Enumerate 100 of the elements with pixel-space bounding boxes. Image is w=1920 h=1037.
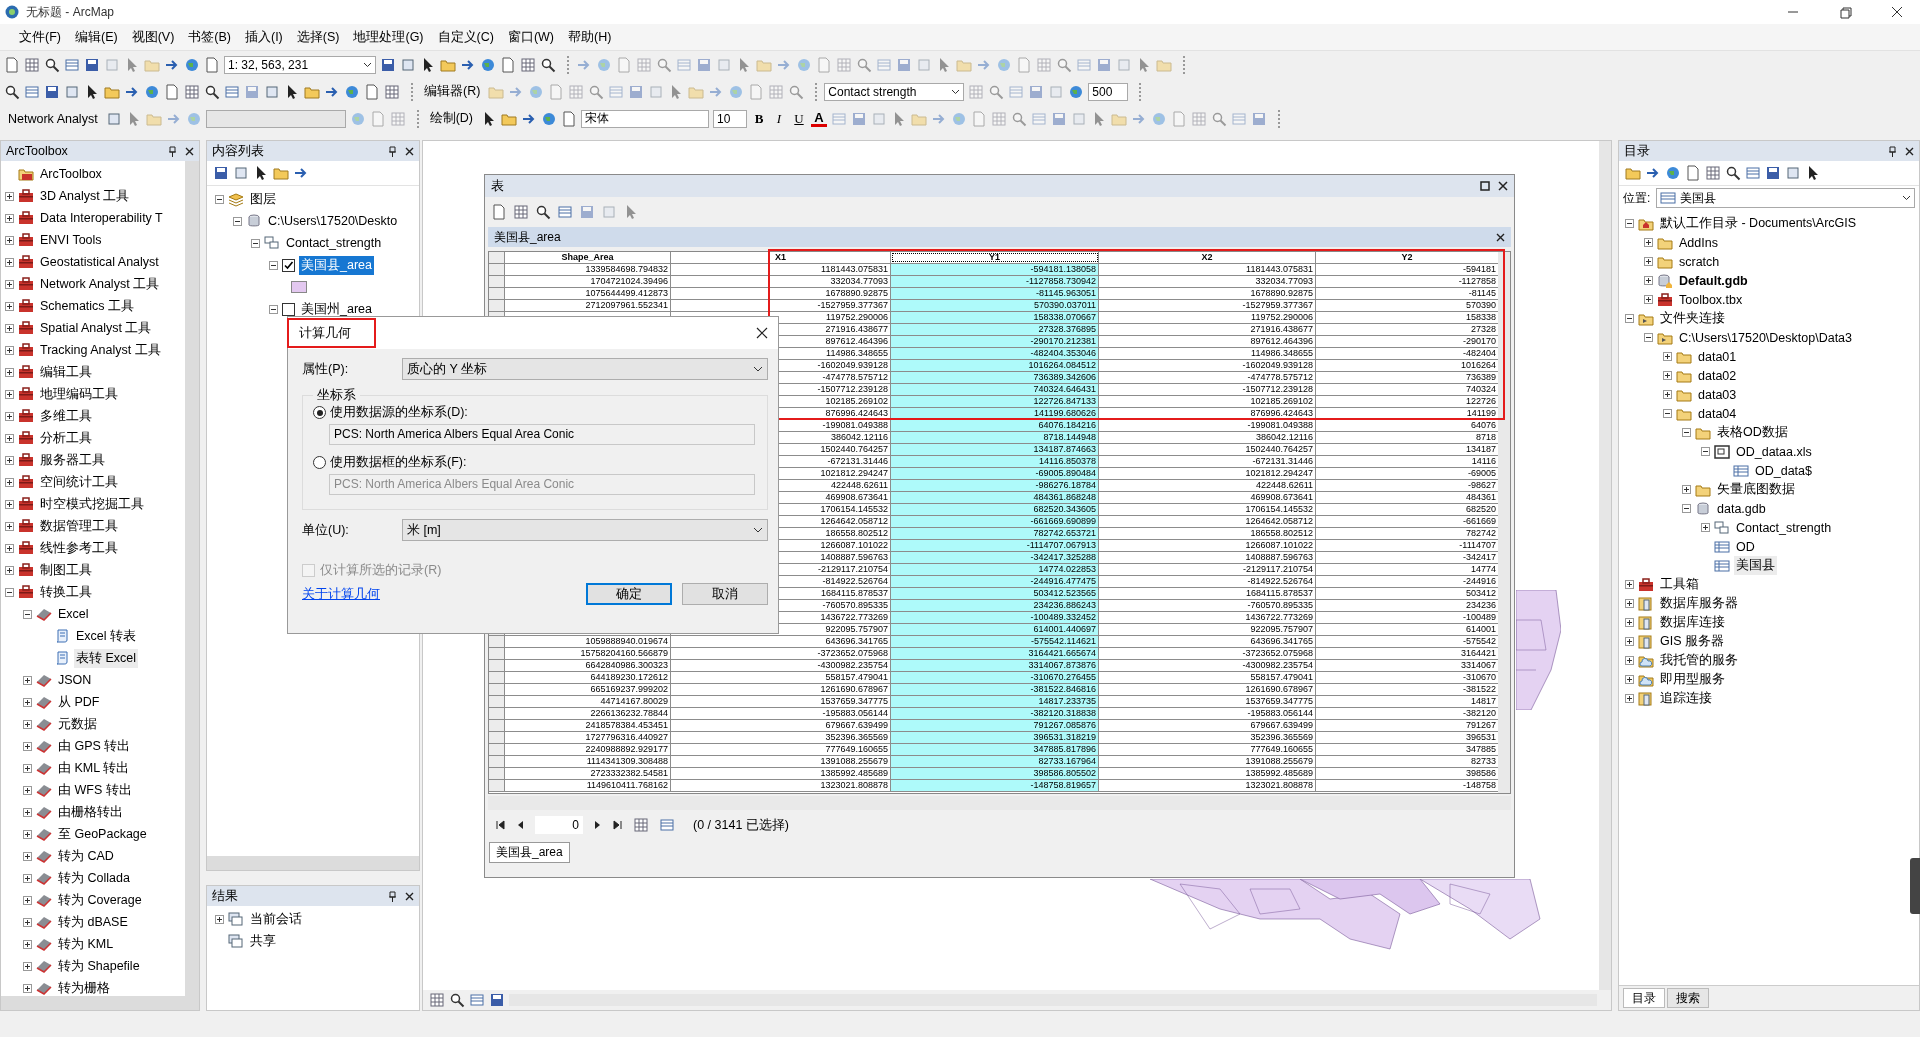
catalog-item[interactable]: 数据库连接 (1658, 613, 1727, 632)
panel-tab[interactable]: 目录 (1623, 988, 1665, 1008)
layer-name[interactable]: Contact_strength (284, 235, 384, 251)
tree-item[interactable]: 由栅格转出 (56, 802, 125, 822)
minus-box-icon[interactable] (269, 260, 278, 270)
plus-box-icon[interactable] (23, 983, 32, 993)
plus-box-icon[interactable] (5, 411, 14, 421)
tree-item[interactable]: Excel 转表 (74, 626, 139, 646)
page-icon[interactable] (204, 56, 220, 73)
scrollbar[interactable] (1498, 252, 1510, 793)
tree-item[interactable]: 3D Analyst 工具 (38, 186, 132, 206)
plus-box-icon[interactable] (1625, 580, 1634, 589)
tree-item[interactable]: 线性参考工具 (38, 538, 120, 558)
plus-box-icon[interactable] (1644, 257, 1653, 266)
globe-icon[interactable] (951, 110, 967, 127)
layer-combobox[interactable]: Contact strength (824, 82, 965, 101)
table-tab-title[interactable]: 美国县_area (494, 228, 561, 246)
scrollbar[interactable] (1, 996, 199, 1010)
tree-item[interactable]: Tracking Analyst 工具 (38, 340, 163, 360)
plus-box-icon[interactable] (23, 697, 32, 707)
minus-box-icon[interactable] (1644, 333, 1653, 342)
magnifier-icon[interactable] (1725, 165, 1741, 181)
catalog-item[interactable]: scratch (1677, 253, 1722, 270)
row-selector[interactable] (489, 756, 505, 767)
layer-checkbox[interactable] (282, 302, 295, 316)
side-handle[interactable] (1910, 858, 1920, 914)
magnifier-icon[interactable] (204, 83, 220, 100)
catalog-item[interactable]: 美国县 (1734, 556, 1777, 575)
page-icon[interactable] (1016, 56, 1032, 73)
column-header[interactable]: Shape_Area (505, 252, 671, 263)
page-icon[interactable] (364, 83, 380, 100)
catalog-item[interactable]: Default.gdb (1677, 272, 1750, 289)
plus-box-icon[interactable] (23, 807, 32, 817)
grid-icon[interactable] (836, 56, 852, 73)
plus-box-icon[interactable] (5, 433, 14, 443)
tree-item[interactable]: 由 KML 转出 (56, 758, 132, 778)
pin-icon[interactable] (388, 145, 397, 157)
plus-box-icon[interactable] (23, 895, 32, 905)
page-icon[interactable] (561, 110, 577, 127)
layer-name[interactable]: 图层 (248, 189, 278, 209)
plus-box-icon[interactable] (5, 301, 14, 311)
globe-icon[interactable] (480, 56, 496, 73)
minus-box-icon[interactable] (1625, 219, 1634, 228)
minus-box-icon[interactable] (5, 587, 14, 597)
tree-item[interactable]: 转为 dBASE (56, 912, 130, 932)
table-icon[interactable] (1031, 110, 1047, 127)
plus-box-icon[interactable] (1625, 675, 1634, 684)
catalog-item[interactable]: OD_data$ (1753, 462, 1814, 479)
record-field[interactable]: 0 (535, 816, 583, 834)
tree-item[interactable]: 转换工具 (38, 582, 94, 602)
menu-item[interactable]: 文件(F) (12, 26, 68, 48)
plus-box-icon[interactable] (23, 961, 32, 971)
panel-tab[interactable]: 搜索 (1667, 988, 1709, 1008)
globe-icon[interactable] (596, 56, 612, 73)
plus-box-icon[interactable] (1682, 485, 1691, 494)
grid-icon[interactable] (513, 204, 529, 220)
minus-box-icon[interactable] (1682, 428, 1691, 437)
row-selector[interactable] (489, 696, 505, 707)
corner-cell[interactable] (489, 252, 505, 263)
plus-box-icon[interactable] (5, 345, 14, 355)
tree-item[interactable]: 由 GPS 转出 (56, 736, 133, 756)
page-icon[interactable] (491, 204, 507, 220)
plus-box-icon[interactable] (1644, 276, 1653, 285)
value-field[interactable]: 500 (1088, 82, 1129, 101)
row-selector[interactable] (489, 744, 505, 755)
row-selector[interactable] (489, 276, 505, 287)
tree-item[interactable]: 时空模式挖掘工具 (38, 494, 146, 514)
minus-box-icon[interactable] (215, 194, 224, 204)
magnifier-icon[interactable] (4, 83, 20, 100)
tree-item[interactable]: Excel (56, 606, 91, 622)
table-icon[interactable] (676, 56, 692, 73)
radio-button[interactable] (313, 456, 326, 469)
catalog-item[interactable]: 追踪连接 (1658, 689, 1714, 708)
grid-icon[interactable] (384, 83, 400, 100)
plus-box-icon[interactable] (23, 829, 32, 839)
plus-box-icon[interactable] (5, 235, 14, 245)
plus-box-icon[interactable] (23, 785, 32, 795)
plus-box-icon[interactable] (5, 499, 14, 509)
row-selector[interactable] (489, 288, 505, 299)
maximize-icon[interactable] (1480, 181, 1490, 191)
globe-icon[interactable] (541, 110, 557, 127)
minus-box-icon[interactable] (23, 609, 32, 619)
row-selector[interactable] (489, 636, 505, 647)
layer-name[interactable]: 美国县_area (299, 255, 374, 275)
menu-item[interactable]: 地理处理(G) (346, 26, 431, 48)
tree-item[interactable]: 地理编码工具 (38, 384, 120, 404)
globe-icon[interactable] (996, 56, 1012, 73)
plus-box-icon[interactable] (1625, 656, 1634, 665)
plus-box-icon[interactable] (23, 763, 32, 773)
menu-item[interactable]: 选择(S) (289, 26, 347, 48)
row-selector[interactable] (489, 768, 505, 779)
pin-icon[interactable] (1888, 145, 1897, 157)
catalog-item[interactable]: 即用型服务 (1658, 670, 1727, 689)
layer-name[interactable]: C:\Users\17520\Deskto (266, 213, 400, 229)
globe-icon[interactable] (344, 83, 360, 100)
pin-icon[interactable] (388, 890, 397, 902)
tree-item[interactable]: 转为 Coverage (56, 890, 144, 910)
magnifier-icon[interactable] (449, 992, 465, 1008)
minus-box-icon[interactable] (1625, 314, 1634, 323)
globe-icon[interactable] (796, 56, 812, 73)
